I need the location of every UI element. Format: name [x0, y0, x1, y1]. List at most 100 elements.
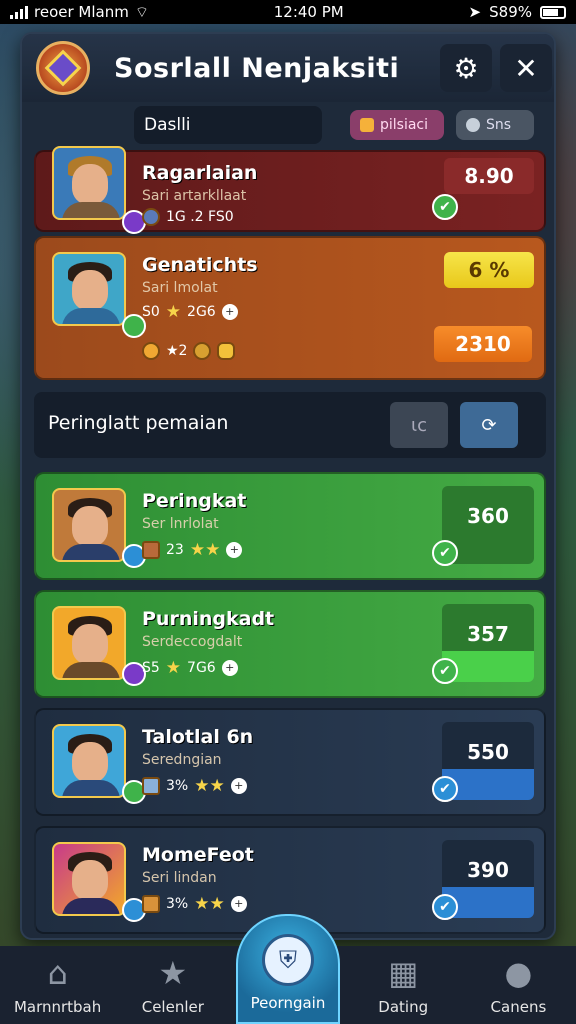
- player-stats: 3% ★★ +: [142, 776, 247, 796]
- list-item[interactable]: Purningkadt Serdeccogdalt S5 ★ 7G6 + 357…: [34, 590, 546, 698]
- home-icon: ⌂: [47, 954, 68, 992]
- nav-dating[interactable]: ▦ Dating: [346, 946, 461, 1024]
- refresh-icon: ⟳: [481, 414, 497, 436]
- player-subtitle: Sari artarkllaat: [142, 188, 247, 204]
- carrier-text: reoer Mlanm: [34, 3, 129, 21]
- star-icon: ★: [165, 658, 182, 678]
- sort-button[interactable]: ιc: [390, 402, 448, 448]
- nav-label: Canens: [490, 998, 547, 1016]
- star-icon: ★★: [194, 776, 225, 796]
- plus-icon: +: [221, 304, 238, 320]
- game-logo-icon: [36, 41, 90, 95]
- user-icon: ●: [504, 954, 533, 992]
- pill-b-label: Sns: [486, 117, 512, 133]
- star-icon: ★: [158, 954, 188, 992]
- player-stats: S5 ★ 7G6 +: [142, 658, 238, 678]
- stats-text-2: 2G6: [187, 304, 216, 320]
- settings-button[interactable]: ⚙: [440, 44, 492, 92]
- panel-title: Sosrlall Nenjaksiti: [114, 52, 400, 84]
- chest-icon: [360, 118, 374, 132]
- nav-contacts[interactable]: ● Canens: [461, 946, 576, 1024]
- player-subtitle: Serdeccogdalt: [142, 634, 243, 650]
- nav-label: Marnnrtbah: [13, 998, 102, 1016]
- helmet-icon: [466, 118, 480, 132]
- player-name: Genatichts: [142, 254, 258, 276]
- check-icon[interactable]: ✔: [432, 540, 458, 566]
- star-icon: ★★: [189, 540, 221, 560]
- stats-text-2: 7G6: [187, 660, 216, 676]
- percent-display: 6 %: [444, 252, 534, 288]
- stats-text: 23: [166, 542, 184, 558]
- player-name: Purningkadt: [142, 608, 275, 630]
- nav-label: Dating: [378, 998, 429, 1016]
- plus-icon: +: [230, 896, 247, 912]
- player-subtitle: Seredngian: [142, 752, 222, 768]
- close-icon: ✕: [514, 51, 538, 85]
- player-stats: S0 ★ 2G6 +: [142, 302, 238, 322]
- pill-a-label: pilsiaci: [380, 117, 429, 133]
- list-item[interactable]: Peringkat Ser lnrlolat 23 ★★ + 360 ✔: [34, 472, 546, 580]
- player-stats: 23 ★★ +: [142, 540, 243, 560]
- check-icon[interactable]: ✔: [432, 776, 458, 802]
- cup-icon: [142, 541, 160, 559]
- plus-icon: +: [226, 542, 243, 558]
- gold-icon: [217, 342, 236, 360]
- avatar: [52, 724, 126, 798]
- nav-home[interactable]: ⌂ Marnnrtbah: [0, 946, 115, 1024]
- signal-icon: [10, 5, 28, 19]
- player-name: MomeFeot: [142, 844, 254, 866]
- avatar: [52, 252, 126, 326]
- coin-icon: [142, 342, 160, 360]
- score-display: 8.90: [444, 158, 534, 194]
- battery-icon: [540, 5, 566, 19]
- avatar: [52, 488, 126, 562]
- tab-details[interactable]: Daslli: [134, 106, 322, 144]
- section-title: Peringlatt pemaian: [48, 412, 229, 434]
- close-button[interactable]: ✕: [500, 44, 552, 92]
- stats-text: S0: [142, 304, 160, 320]
- reward-row: ★2: [142, 342, 236, 360]
- stats-text: 1G .2 FS0: [166, 209, 234, 225]
- stats-text: 3%: [166, 896, 189, 912]
- wifi-icon: ⌔: [134, 2, 149, 21]
- player-subtitle: Ser lnrlolat: [142, 516, 219, 532]
- check-icon[interactable]: ✔: [432, 194, 458, 220]
- refresh-button[interactable]: ⟳: [460, 402, 518, 448]
- location-icon: ➤: [468, 3, 482, 21]
- cup-icon: [142, 895, 160, 913]
- list-item[interactable]: Genatichts Sari lmolat S0 ★ 2G6 + ★2 6 %…: [34, 236, 546, 380]
- check-icon[interactable]: ✔: [432, 894, 458, 920]
- cup-icon: [142, 777, 160, 795]
- list-item[interactable]: Ragarlaian Sari artarkllaat 1G .2 FS0 8.…: [34, 146, 546, 234]
- shield-icon: ⛨: [262, 934, 314, 986]
- avatar: [52, 146, 126, 220]
- social-panel: Sosrlall Nenjaksiti ⚙ ✕ Daslli pilsiaci …: [20, 32, 556, 940]
- shield-icon: [142, 208, 160, 226]
- player-stats: 3% ★★ +: [142, 894, 247, 914]
- plus-icon: +: [221, 660, 238, 676]
- grid-icon: ▦: [388, 954, 419, 992]
- stats-text: 3%: [166, 778, 189, 794]
- player-name: Ragarlaian: [142, 162, 258, 184]
- score-display: 2310: [434, 326, 532, 362]
- filter-pill-a[interactable]: pilsiaci: [350, 110, 444, 140]
- section-header: Peringlatt pemaian ιc ⟳: [34, 392, 546, 458]
- player-subtitle: Sari lmolat: [142, 280, 218, 296]
- battery-text: S89%: [489, 3, 532, 21]
- check-icon[interactable]: ✔: [432, 658, 458, 684]
- filter-pill-b[interactable]: Sns: [456, 110, 534, 140]
- nav-active-label: Peorngain: [250, 994, 326, 1012]
- tab-bar: Daslli pilsiaci Sns: [22, 102, 554, 148]
- clock: 12:40 PM: [273, 3, 344, 21]
- nav-label: Celenler: [141, 998, 204, 1016]
- player-subtitle: Seri lindan: [142, 870, 217, 886]
- star-icon: ★★: [194, 894, 225, 914]
- player-stats: 1G .2 FS0: [142, 208, 234, 226]
- plus-icon: +: [230, 778, 247, 794]
- nav-calendar[interactable]: ★ Celenler: [115, 946, 230, 1024]
- player-name: Peringkat: [142, 490, 247, 512]
- avatar: [52, 606, 126, 680]
- avatar: [52, 842, 126, 916]
- stats-text: S5: [142, 660, 160, 676]
- list-item[interactable]: Talotlal 6n Seredngian 3% ★★ + 550 ✔: [34, 708, 546, 816]
